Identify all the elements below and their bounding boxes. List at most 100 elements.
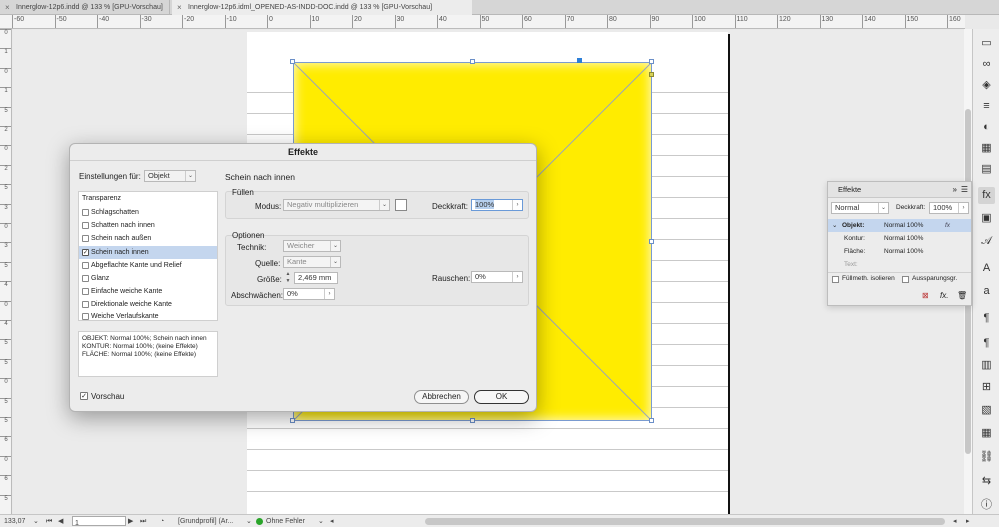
- effect-item-gradient-feather[interactable]: Weiche Verlaufskante: [79, 311, 217, 322]
- preview-checkbox[interactable]: ✓: [80, 392, 88, 400]
- effect-item-drop-shadow[interactable]: Schlagschatten: [79, 206, 217, 219]
- dialog-title[interactable]: Effekte: [70, 144, 536, 161]
- preflight-status[interactable]: Ohne Fehler: [266, 516, 305, 527]
- paragraph-styles-icon[interactable]: ¶: [978, 335, 995, 352]
- scroll-right-icon[interactable]: ▸: [966, 516, 970, 527]
- opacity-field[interactable]: 100% ›: [471, 199, 523, 211]
- trash-icon[interactable]: 🗑: [957, 291, 967, 300]
- next-page-icon[interactable]: ▶: [128, 516, 133, 527]
- choke-field[interactable]: 0% ›: [283, 288, 335, 300]
- noise-field[interactable]: 0% ›: [471, 271, 523, 283]
- character-panel-icon[interactable]: A: [978, 260, 995, 277]
- scroll-left-icon[interactable]: ◂: [330, 516, 334, 527]
- first-page-icon[interactable]: ⏮: [46, 516, 52, 527]
- size-field[interactable]: 2,469 mm: [294, 272, 338, 284]
- effect-checkbox[interactable]: [82, 222, 89, 229]
- scroll-left-icon-right[interactable]: ◂: [953, 516, 957, 527]
- settings-for-select[interactable]: Objekt ⌄: [144, 170, 196, 182]
- resize-handle[interactable]: [470, 59, 475, 64]
- ok-button[interactable]: OK: [474, 390, 529, 404]
- effect-item-satin[interactable]: Glanz: [79, 272, 217, 285]
- hyperlinks-icon[interactable]: ⛓: [978, 449, 995, 466]
- zoom-level[interactable]: 133,07: [4, 516, 25, 527]
- effect-checkbox[interactable]: [82, 301, 89, 308]
- vertical-ruler[interactable]: 0 1 0 1 5 2 0 2 5 3 0 3 5 4 0 4 5 5 0 5 5 6 0 6 5: [0, 29, 12, 514]
- zoom-dropdown-icon[interactable]: ⌄: [33, 516, 39, 527]
- effect-item-outer-glow[interactable]: Schein nach außen: [79, 232, 217, 245]
- effect-checkbox[interactable]: [82, 262, 89, 269]
- content-grabber[interactable]: [577, 58, 582, 63]
- object-styles-icon[interactable]: ▣: [978, 210, 995, 227]
- effects-panel-icon[interactable]: fx: [978, 187, 995, 204]
- corner-option-handle[interactable]: [649, 72, 654, 77]
- effects-row-stroke[interactable]: Kontur: Normal 100%: [828, 232, 971, 245]
- effect-checkbox-checked[interactable]: ✓: [82, 249, 89, 256]
- horizontal-scroll-thumb[interactable]: [425, 518, 945, 525]
- preflight-profile[interactable]: [Grundprofil] (Ar...: [178, 516, 233, 527]
- prev-page-icon[interactable]: ◀: [58, 516, 63, 527]
- source-select[interactable]: Kante ⌄: [283, 256, 341, 268]
- effect-checkbox[interactable]: [82, 313, 89, 320]
- effect-item-inner-glow[interactable]: ✓ Schein nach innen: [79, 246, 217, 259]
- resize-handle[interactable]: [649, 59, 654, 64]
- effects-row-object[interactable]: ⌄ Objekt: Normal 100% fx: [828, 219, 971, 232]
- effects-panel-header[interactable]: Effekte » ☰: [828, 182, 971, 198]
- status-dropdown-icon[interactable]: ⌄: [318, 516, 324, 527]
- panel-menu-icon[interactable]: ☰: [961, 182, 968, 198]
- horizontal-ruler[interactable]: -60 -50 -40 -30 -20 -10 0 10 20 30 40 50 60 70 80 90 100…: [0, 15, 965, 29]
- links-panel-icon[interactable]: ∞: [978, 56, 995, 73]
- mode-select[interactable]: Negativ multiplizieren ⌄: [283, 199, 390, 211]
- cross-references-icon[interactable]: ⇆: [978, 473, 995, 490]
- effects-row-text[interactable]: Text:: [828, 258, 971, 271]
- effect-item-inner-shadow[interactable]: Schatten nach innen: [79, 219, 217, 232]
- info-panel-icon[interactable]: ⓘ: [978, 497, 995, 514]
- add-effect-icon[interactable]: fx.: [940, 291, 948, 300]
- gradient-panel-icon[interactable]: ▤: [978, 161, 995, 178]
- cancel-button[interactable]: Abbrechen: [414, 390, 469, 404]
- pathfinder-icon[interactable]: ▧: [978, 402, 995, 419]
- effect-checkbox[interactable]: [82, 209, 89, 216]
- effect-checkbox[interactable]: [82, 235, 89, 242]
- effect-checkbox[interactable]: [82, 288, 89, 295]
- expand-icon[interactable]: ⌄: [832, 219, 837, 232]
- close-tab-icon[interactable]: ×: [177, 0, 182, 15]
- pages-panel-icon[interactable]: ▭: [978, 35, 995, 52]
- resize-handle[interactable]: [470, 418, 475, 423]
- effect-item-bevel-emboss[interactable]: Abgeflachte Kante und Relief: [79, 259, 217, 272]
- size-stepper-icon[interactable]: ▲ ▼: [283, 271, 293, 286]
- resize-handle[interactable]: [649, 418, 654, 423]
- last-page-icon[interactable]: ⏭: [140, 516, 146, 527]
- clear-effects-icon[interactable]: ⊠: [922, 291, 929, 300]
- opacity-field[interactable]: 100% ›: [929, 202, 969, 214]
- glow-color-swatch[interactable]: [395, 199, 407, 211]
- paragraph-panel-icon[interactable]: ¶: [978, 310, 995, 327]
- effect-item-directional-feather[interactable]: Direktionale weiche Kante: [79, 298, 217, 311]
- preflight-profile-icon[interactable]: ◔: [160, 516, 164, 527]
- stroke-panel-icon[interactable]: ≡: [978, 98, 995, 115]
- glyphs-panel-icon[interactable]: a: [978, 283, 995, 300]
- document-tab-2[interactable]: × Innerglow-12p6.idml_OPENED-AS-INDD-DOC…: [172, 0, 472, 15]
- profile-dropdown-icon[interactable]: ⌄: [246, 516, 252, 527]
- resize-handle[interactable]: [649, 239, 654, 244]
- blend-mode-select[interactable]: Normal ⌄: [831, 202, 889, 214]
- text-wrap-icon[interactable]: ▥: [978, 357, 995, 374]
- resize-handle[interactable]: [290, 59, 295, 64]
- color-panel-icon[interactable]: ◐: [978, 119, 995, 136]
- character-styles-icon[interactable]: 𝒜: [978, 233, 995, 250]
- close-tab-icon[interactable]: ×: [5, 0, 10, 15]
- layers-panel-icon[interactable]: ◈: [978, 77, 995, 94]
- swatches-panel-icon[interactable]: ▦: [978, 140, 995, 157]
- effects-row-fill[interactable]: Fläche: Normal 100%: [828, 245, 971, 258]
- list-header[interactable]: Transparenz: [79, 192, 217, 205]
- knockout-checkbox[interactable]: [902, 276, 909, 283]
- technique-select[interactable]: Weicher ⌄: [283, 240, 341, 252]
- table-panel-icon[interactable]: ▦: [978, 425, 995, 442]
- align-panel-icon[interactable]: ⊞: [978, 379, 995, 396]
- isolate-checkbox[interactable]: [832, 276, 839, 283]
- collapse-panel-icon[interactable]: »: [953, 182, 957, 198]
- effect-item-basic-feather[interactable]: Einfache weiche Kante: [79, 285, 217, 298]
- resize-handle[interactable]: [290, 418, 295, 423]
- page-number-field[interactable]: 1: [72, 516, 126, 527]
- effect-checkbox[interactable]: [82, 275, 89, 282]
- document-tab-1[interactable]: × Innerglow-12p6.indd @ 133 % [GPU-Vorsc…: [0, 0, 170, 15]
